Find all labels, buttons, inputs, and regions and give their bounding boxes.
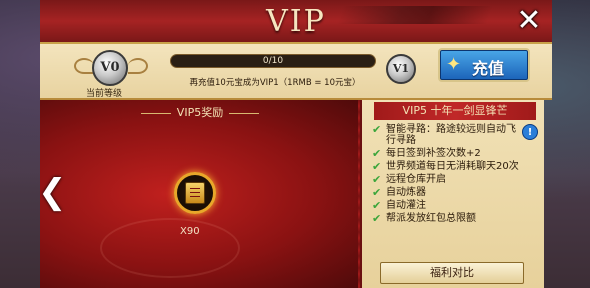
check-icon: ✔ [372,199,382,212]
header-line-right [229,112,260,114]
check-icon: ✔ [372,147,382,160]
badge-wing-right [128,58,148,74]
recharge-hint: 再充值10元宝成为VIP1（1RMB = 10元宝） [189,78,361,88]
perks-header: VIP5 十年一剑显锋芒 [374,102,536,120]
check-icon: ✔ [372,123,382,136]
reward-item[interactable] [174,172,216,214]
vip-dialog: VIP ✕ V0 当前等级 0/10 再充值10元宝成为VIP1（1RMB = … [40,0,552,288]
list-item: ✔ 帮派发放红包总限额 [372,212,476,225]
title-bar: VIP ✕ [40,0,552,44]
gem-icon: ✦ [446,54,462,75]
info-icon[interactable]: ! [522,124,538,140]
check-icon: ✔ [372,173,382,186]
list-item: ✔ 世界频道每日无消耗聊天20次 [372,160,519,173]
check-icon: ✔ [372,212,382,225]
compare-benefits-button[interactable]: 福利对比 [380,262,524,284]
recharge-label: 充值 [472,59,505,78]
page-title: VIP [266,4,326,39]
next-vip-badge: V1 [386,54,416,84]
badge-wing-left [74,58,94,74]
vip-info-bar: V0 当前等级 0/10 再充值10元宝成为VIP1（1RMB = 10元宝） … [40,44,552,100]
list-item: ✔ 智能寻路：路途较远则自动飞行寻路 [372,123,516,146]
perks-list: ✔ 智能寻路：路途较远则自动飞行寻路 ✔ 每日签到补签次数+2 ✔ 世界频道每日无消耗… [372,124,522,226]
chevron-left-icon[interactable]: ❮ [38,172,67,212]
vip-progress-bar: 0/10 [170,54,376,68]
reward-quantity: X90 [180,226,200,237]
header-line-left [140,112,171,114]
progress-text: 0/10 [262,56,284,66]
check-icon: ✔ [372,186,382,199]
check-icon: ✔ [372,160,382,173]
list-item: ✔ 自动炼器 [372,186,426,199]
recharge-button[interactable]: ✦ 充值 [438,48,530,82]
reward-panel: VIP5奖励 X90 [40,100,360,288]
perks-panel[interactable]: VIP5 十年一剑显锋芒 ✔ 智能寻路：路途较远则自动飞行寻路 ✔ 每日签到补签次数… [360,100,544,288]
scroll-icon [185,182,205,204]
reward-header: VIP5奖励 [120,104,280,122]
list-item: ✔ 远程仓库开启 [372,173,446,186]
current-vip-badge: V0 [92,50,128,86]
list-item: ✔ 自动灌注 [372,199,426,212]
close-icon[interactable]: ✕ [512,4,546,38]
list-item: ✔ 每日签到补签次数+2 [372,147,481,160]
background-ornament [100,218,240,278]
reward-header-text: VIP5奖励 [176,106,224,119]
current-level-label: 当前等级 [86,89,123,99]
